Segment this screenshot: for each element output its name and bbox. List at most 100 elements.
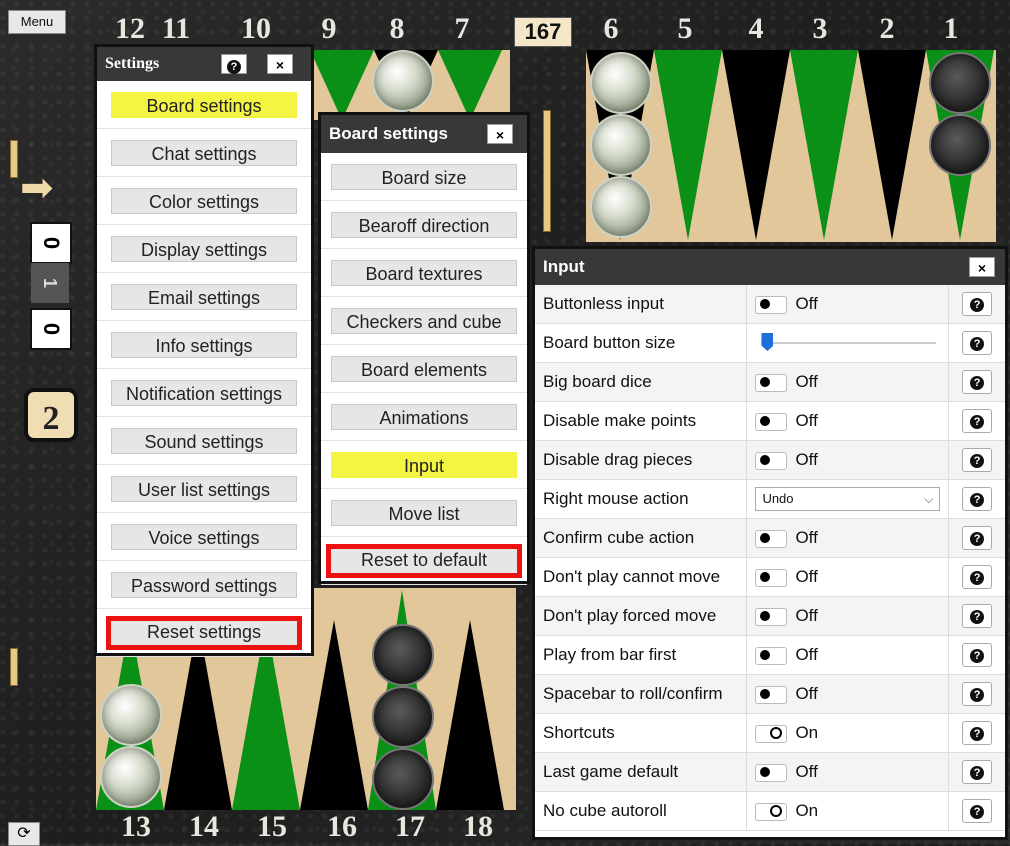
refresh-icon[interactable]: ⟳ [8, 822, 40, 846]
help-icon[interactable]: ? [962, 331, 993, 355]
setting-label: Right mouse action [535, 479, 747, 519]
toggle-value: Off [795, 684, 818, 703]
board-settings-item-board-elements[interactable]: Board elements [331, 355, 517, 382]
toggle-knob-icon [760, 688, 771, 699]
help-icon[interactable]: ? [962, 526, 993, 550]
help-icon[interactable]: ? [962, 409, 993, 433]
setting-control: Off [746, 557, 950, 597]
point-3[interactable] [790, 50, 858, 240]
chevron-down-icon: ⌵ [924, 492, 934, 506]
input-row: Disable drag pieces Off? [535, 440, 1005, 480]
settings-item-sound-settings[interactable]: Sound settings [111, 427, 297, 454]
question-icon: ? [970, 766, 985, 780]
help-icon[interactable]: ? [962, 643, 993, 667]
help-icon[interactable]: ? [221, 54, 247, 74]
toggle-switch[interactable] [755, 412, 788, 431]
white-checker[interactable] [590, 114, 652, 176]
setting-control: Off [746, 518, 950, 558]
menu-row: Reset settings [97, 609, 311, 657]
board-settings-item-board-size[interactable]: Board size [331, 163, 517, 190]
input-panel: Input × Buttonless input Off? Board button… [532, 246, 1008, 840]
settings-item-color-settings[interactable]: Color settings [111, 187, 297, 214]
slider-thumb[interactable] [761, 333, 774, 351]
board-settings-item-input[interactable]: Input [331, 451, 517, 478]
board-settings-item-checkers-and-cube[interactable]: Checkers and cube [331, 307, 517, 334]
help-icon[interactable]: ? [962, 799, 993, 823]
white-checker[interactable] [590, 176, 652, 238]
white-checker[interactable] [372, 50, 434, 112]
white-checker[interactable] [100, 746, 162, 808]
toggle-switch[interactable] [755, 646, 788, 665]
toggle-switch[interactable] [755, 295, 788, 314]
point-5[interactable] [654, 50, 722, 240]
board-settings-item-animations[interactable]: Animations [331, 403, 517, 430]
help-icon[interactable]: ? [962, 292, 993, 316]
question-icon: ? [970, 415, 985, 429]
toggle-value: On [795, 801, 819, 820]
question-icon: ? [970, 376, 985, 390]
black-checker[interactable] [372, 748, 434, 810]
toggle-switch[interactable] [755, 607, 788, 626]
settings-item-display-settings[interactable]: Display settings [111, 235, 297, 262]
black-checker[interactable] [929, 114, 991, 176]
settings-item-email-settings[interactable]: Email settings [111, 283, 297, 310]
settings-item-password-settings[interactable]: Password settings [111, 571, 297, 598]
toggle-switch[interactable] [755, 763, 788, 782]
help-icon[interactable]: ? [962, 682, 993, 706]
setting-label: Don't play forced move [535, 596, 747, 636]
input-row: Confirm cube action Off? [535, 518, 1005, 558]
close-icon[interactable]: × [487, 124, 513, 144]
help-icon[interactable]: ? [962, 448, 993, 472]
slider-track [761, 342, 937, 344]
bar-divider [10, 648, 18, 686]
toggle-switch[interactable] [755, 568, 788, 587]
point-number: 14 [189, 810, 219, 843]
white-checker[interactable] [100, 684, 162, 746]
point-number: 3 [812, 12, 828, 45]
point-9[interactable] [310, 50, 374, 120]
right-mouse-select[interactable]: Undo ⌵ [755, 487, 941, 511]
help-icon[interactable]: ? [962, 370, 993, 394]
point-2[interactable] [858, 50, 926, 240]
close-icon[interactable]: × [969, 257, 995, 277]
help-icon[interactable]: ? [962, 487, 993, 511]
white-checker[interactable] [590, 52, 652, 114]
settings-item-user-list-settings[interactable]: User list settings [111, 475, 297, 502]
black-checker[interactable] [372, 624, 434, 686]
board-settings-item-move-list[interactable]: Move list [331, 499, 517, 526]
black-checker[interactable] [372, 686, 434, 748]
toggle-knob-icon [760, 610, 771, 621]
board-settings-item-board-textures[interactable]: Board textures [331, 259, 517, 286]
help-icon[interactable]: ? [962, 760, 993, 784]
point-18[interactable] [436, 620, 504, 810]
point-7[interactable] [438, 50, 502, 120]
help-icon[interactable]: ? [962, 604, 993, 628]
menu-row: Board textures [321, 249, 527, 297]
setting-label: Disable drag pieces [535, 440, 747, 480]
settings-item-chat-settings[interactable]: Chat settings [111, 139, 297, 166]
menu-button[interactable]: Menu [8, 10, 66, 34]
toggle-switch[interactable] [755, 685, 788, 704]
menu-row: Move list [321, 489, 527, 537]
doubling-cube[interactable]: 2 [24, 388, 78, 442]
settings-item-reset-settings[interactable]: Reset settings [106, 615, 302, 650]
toggle-knob-icon [760, 532, 771, 543]
board-settings-item-bearoff-direction[interactable]: Bearoff direction [331, 211, 517, 238]
help-icon[interactable]: ? [962, 721, 993, 745]
help-icon[interactable]: ? [962, 565, 993, 589]
toggle-switch[interactable] [755, 451, 788, 470]
toggle-switch[interactable] [755, 373, 788, 392]
board-settings-panel: Board settings × Board size Bearoff direc… [318, 112, 530, 585]
toggle-switch[interactable] [755, 724, 788, 743]
size-slider[interactable] [755, 331, 940, 355]
settings-item-info-settings[interactable]: Info settings [111, 331, 297, 358]
close-icon[interactable]: × [267, 54, 293, 74]
settings-item-board-settings[interactable]: Board settings [111, 91, 297, 118]
settings-item-notification-settings[interactable]: Notification settings [111, 379, 297, 406]
toggle-switch[interactable] [755, 802, 788, 821]
settings-item-voice-settings[interactable]: Voice settings [111, 523, 297, 550]
black-checker[interactable] [929, 52, 991, 114]
point-4[interactable] [722, 50, 790, 240]
board-settings-item-reset-to-default[interactable]: Reset to default [326, 543, 522, 578]
toggle-switch[interactable] [755, 529, 788, 548]
